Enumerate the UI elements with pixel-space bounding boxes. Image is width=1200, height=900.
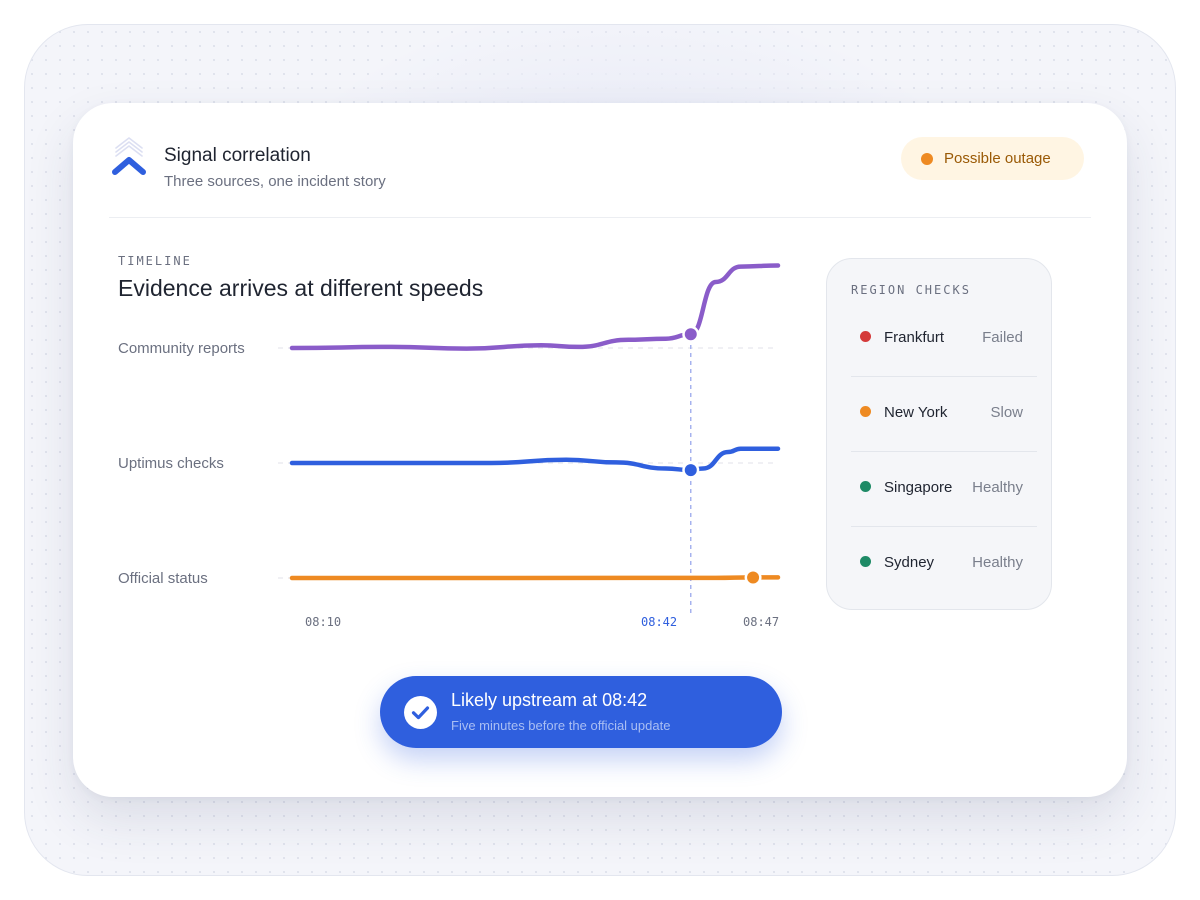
- x-tick-label: 08:10: [305, 615, 341, 629]
- region-checks-kicker: REGION CHECKS: [851, 283, 971, 297]
- series-line-1: [289, 446, 781, 473]
- region-status-dot-icon: [860, 406, 871, 417]
- toast-subtitle: Five minutes before the official update: [451, 718, 671, 733]
- region-name: Frankfurt: [884, 329, 945, 346]
- series-marker-0: [684, 328, 697, 341]
- region-row-new-york[interactable]: New York Slow: [851, 377, 1037, 452]
- region-status-dot-icon: [860, 481, 871, 492]
- region-name: New York: [884, 404, 948, 421]
- region-state: Slow: [990, 404, 1023, 421]
- insight-toast[interactable]: Likely upstream at 08:42 Five minutes be…: [380, 676, 782, 748]
- region-name: Singapore: [884, 479, 953, 496]
- signal-correlation-card: Signal correlation Three sources, one in…: [73, 103, 1127, 797]
- region-row-frankfurt[interactable]: Frankfurt Failed: [851, 302, 1037, 377]
- region-row-singapore[interactable]: Singapore Healthy: [851, 452, 1037, 527]
- region-state: Healthy: [972, 479, 1023, 496]
- region-name: Sydney: [884, 554, 935, 571]
- region-row-sydney[interactable]: Sydney Healthy: [851, 527, 1037, 602]
- x-tick-label: 08:42: [641, 615, 677, 629]
- region-status-dot-icon: [860, 556, 871, 567]
- region-state: Healthy: [972, 554, 1023, 571]
- check-circle-icon: [404, 696, 437, 729]
- series-line-2: [289, 575, 781, 581]
- region-state: Failed: [982, 329, 1023, 346]
- region-status-dot-icon: [860, 331, 871, 342]
- series-line-0: [289, 263, 781, 351]
- series-marker-1: [684, 464, 697, 477]
- x-tick-label: 08:47: [743, 615, 779, 629]
- toast-title: Likely upstream at 08:42: [451, 690, 648, 710]
- region-checks-panel: REGION CHECKS Frankfurt Failed New York …: [826, 258, 1052, 610]
- series-marker-2: [747, 571, 760, 584]
